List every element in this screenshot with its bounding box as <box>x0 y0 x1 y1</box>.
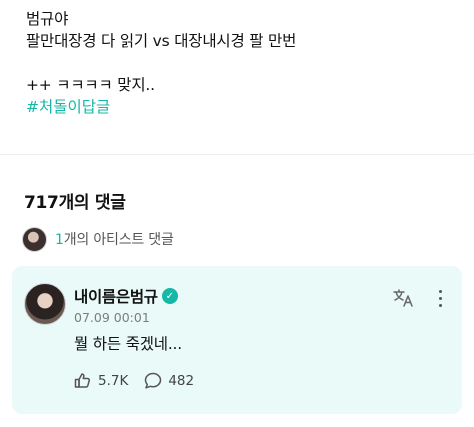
artist-avatar <box>22 226 47 252</box>
translate-icon[interactable] <box>393 288 415 308</box>
post-line-1: 범규야 <box>26 10 69 28</box>
post-spacer <box>26 52 446 74</box>
post-line-3: ++ ㅋㅋㅋㅋ 맞지.. <box>26 76 155 94</box>
artist-comments-filter[interactable]: 1개의 아티스트 댓글 <box>22 226 174 252</box>
artist-comments-label: 1개의 아티스트 댓글 <box>55 229 174 249</box>
reply-button[interactable]: 482 <box>144 372 194 389</box>
artist-comments-count: 1 <box>55 232 64 248</box>
avatar[interactable] <box>24 283 66 325</box>
post-hashtag[interactable]: #처돌이답글 <box>26 96 446 118</box>
comment-actions: 5.7K 482 <box>74 372 194 389</box>
post-content: 범규야 팔만대장경 다 읽기 vs 대장내시경 팔 만번 ++ ㅋㅋㅋㅋ 맞지.… <box>26 8 446 118</box>
like-icon <box>74 373 91 388</box>
artist-comment-card: 내이름은범규 ✓ 07.09 00:01 뭘 하든 죽겠네... 5.7K 48… <box>12 266 462 414</box>
post-line-2: 팔만대장경 다 읽기 vs 대장내시경 팔 만번 <box>26 32 297 50</box>
reply-icon <box>145 372 162 389</box>
comment-author-row: 내이름은범규 ✓ <box>74 285 178 307</box>
reply-count: 482 <box>168 372 195 389</box>
comment-timestamp: 07.09 00:01 <box>74 310 150 325</box>
like-count: 5.7K <box>98 372 129 389</box>
like-button[interactable]: 5.7K <box>74 372 128 389</box>
more-options-icon[interactable] <box>438 290 444 308</box>
comment-count-heading: 717개의 댓글 <box>24 193 126 213</box>
comment-body: 뭘 하든 죽겠네... <box>74 335 182 353</box>
verified-badge-icon: ✓ <box>161 288 178 304</box>
artist-comments-text: 개의 아티스트 댓글 <box>63 232 174 248</box>
section-divider <box>0 154 474 155</box>
comment-author-name[interactable]: 내이름은범규 <box>74 285 158 307</box>
